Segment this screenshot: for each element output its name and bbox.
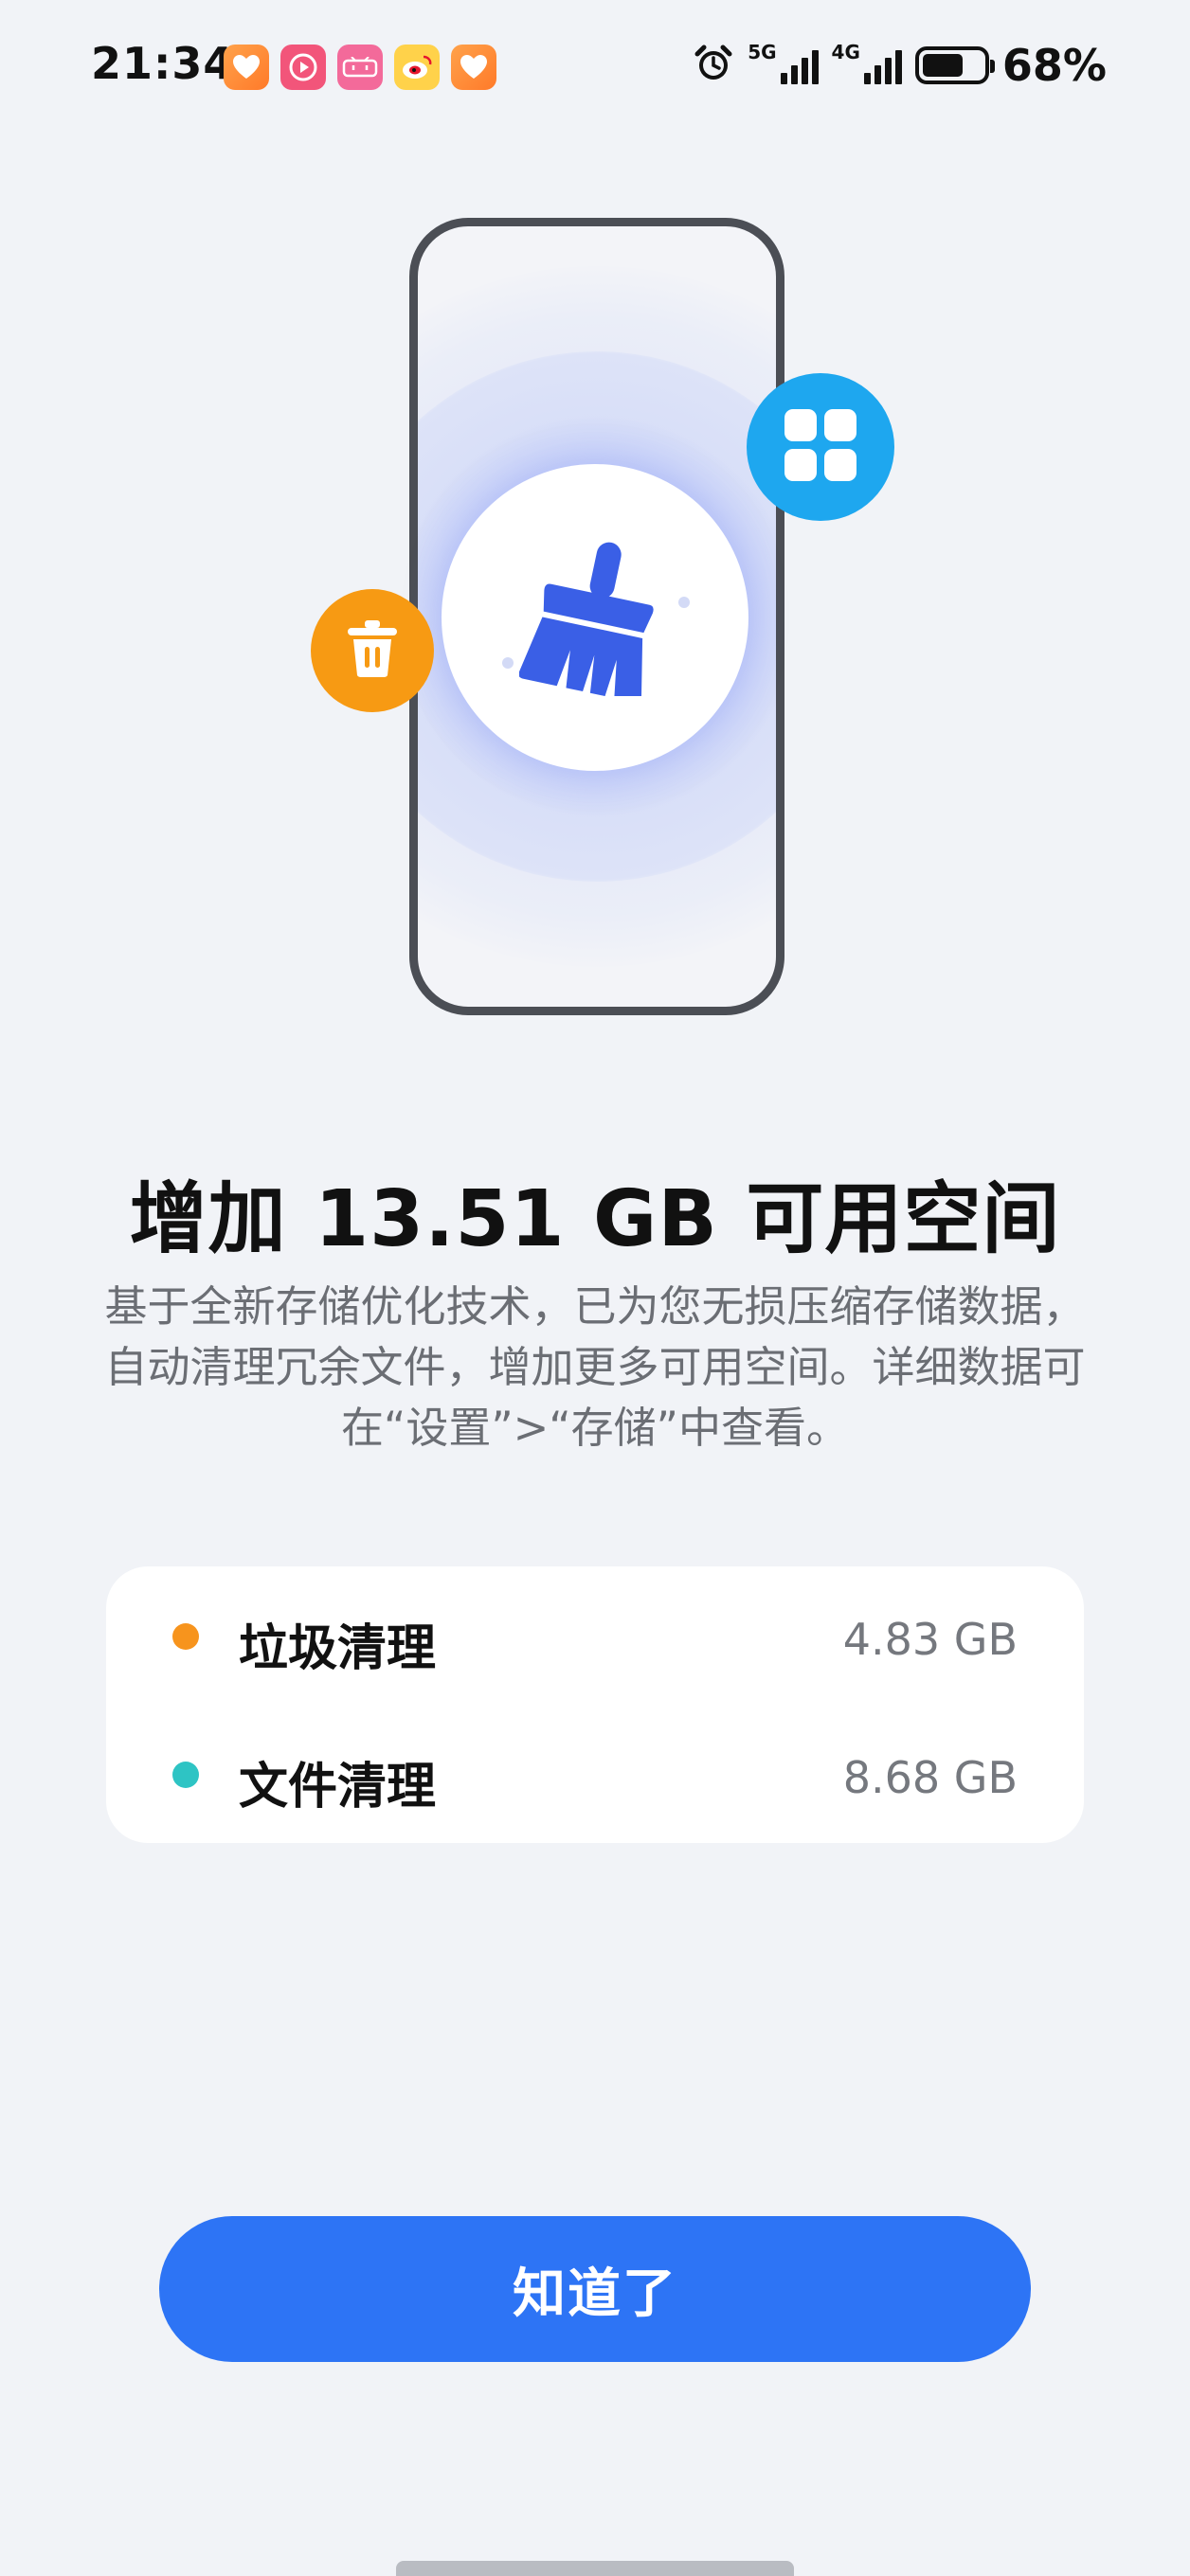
cleanup-item-junk: 垃圾清理 4.83 GB xyxy=(106,1566,1084,1705)
broom-icon xyxy=(518,535,671,703)
junk-status-dot xyxy=(172,1623,199,1650)
trash-icon xyxy=(344,618,401,683)
cleanup-item-size: 8.68 GB xyxy=(842,1752,1018,1803)
cleanup-item-label: 垃圾清理 xyxy=(239,1620,437,1677)
got-it-button[interactable]: 知道了 xyxy=(159,2216,1031,2362)
storage-clean-illustration xyxy=(0,0,1190,1042)
files-status-dot xyxy=(172,1762,199,1788)
cleanup-item-label: 文件清理 xyxy=(239,1759,437,1816)
freed-space-title: 增加 13.51 GB 可用空间 xyxy=(129,1174,1061,1264)
broom-badge xyxy=(442,464,748,771)
cleanup-item-files: 文件清理 8.68 GB xyxy=(106,1705,1084,1843)
decoration-dot xyxy=(678,597,690,608)
optimization-description: 基于全新存储优化技术，已为您无损压缩存储数据，自动清理冗余文件，增加更多可用空间… xyxy=(104,1281,1086,1453)
apps-badge xyxy=(747,373,894,521)
home-indicator[interactable] xyxy=(396,2561,794,2576)
cleanup-summary-card: 垃圾清理 4.83 GB 文件清理 8.68 GB xyxy=(106,1566,1084,1843)
decoration-dot xyxy=(502,657,514,669)
trash-badge xyxy=(311,589,434,712)
apps-grid-icon xyxy=(783,407,858,487)
cleanup-item-size: 4.83 GB xyxy=(842,1614,1018,1665)
